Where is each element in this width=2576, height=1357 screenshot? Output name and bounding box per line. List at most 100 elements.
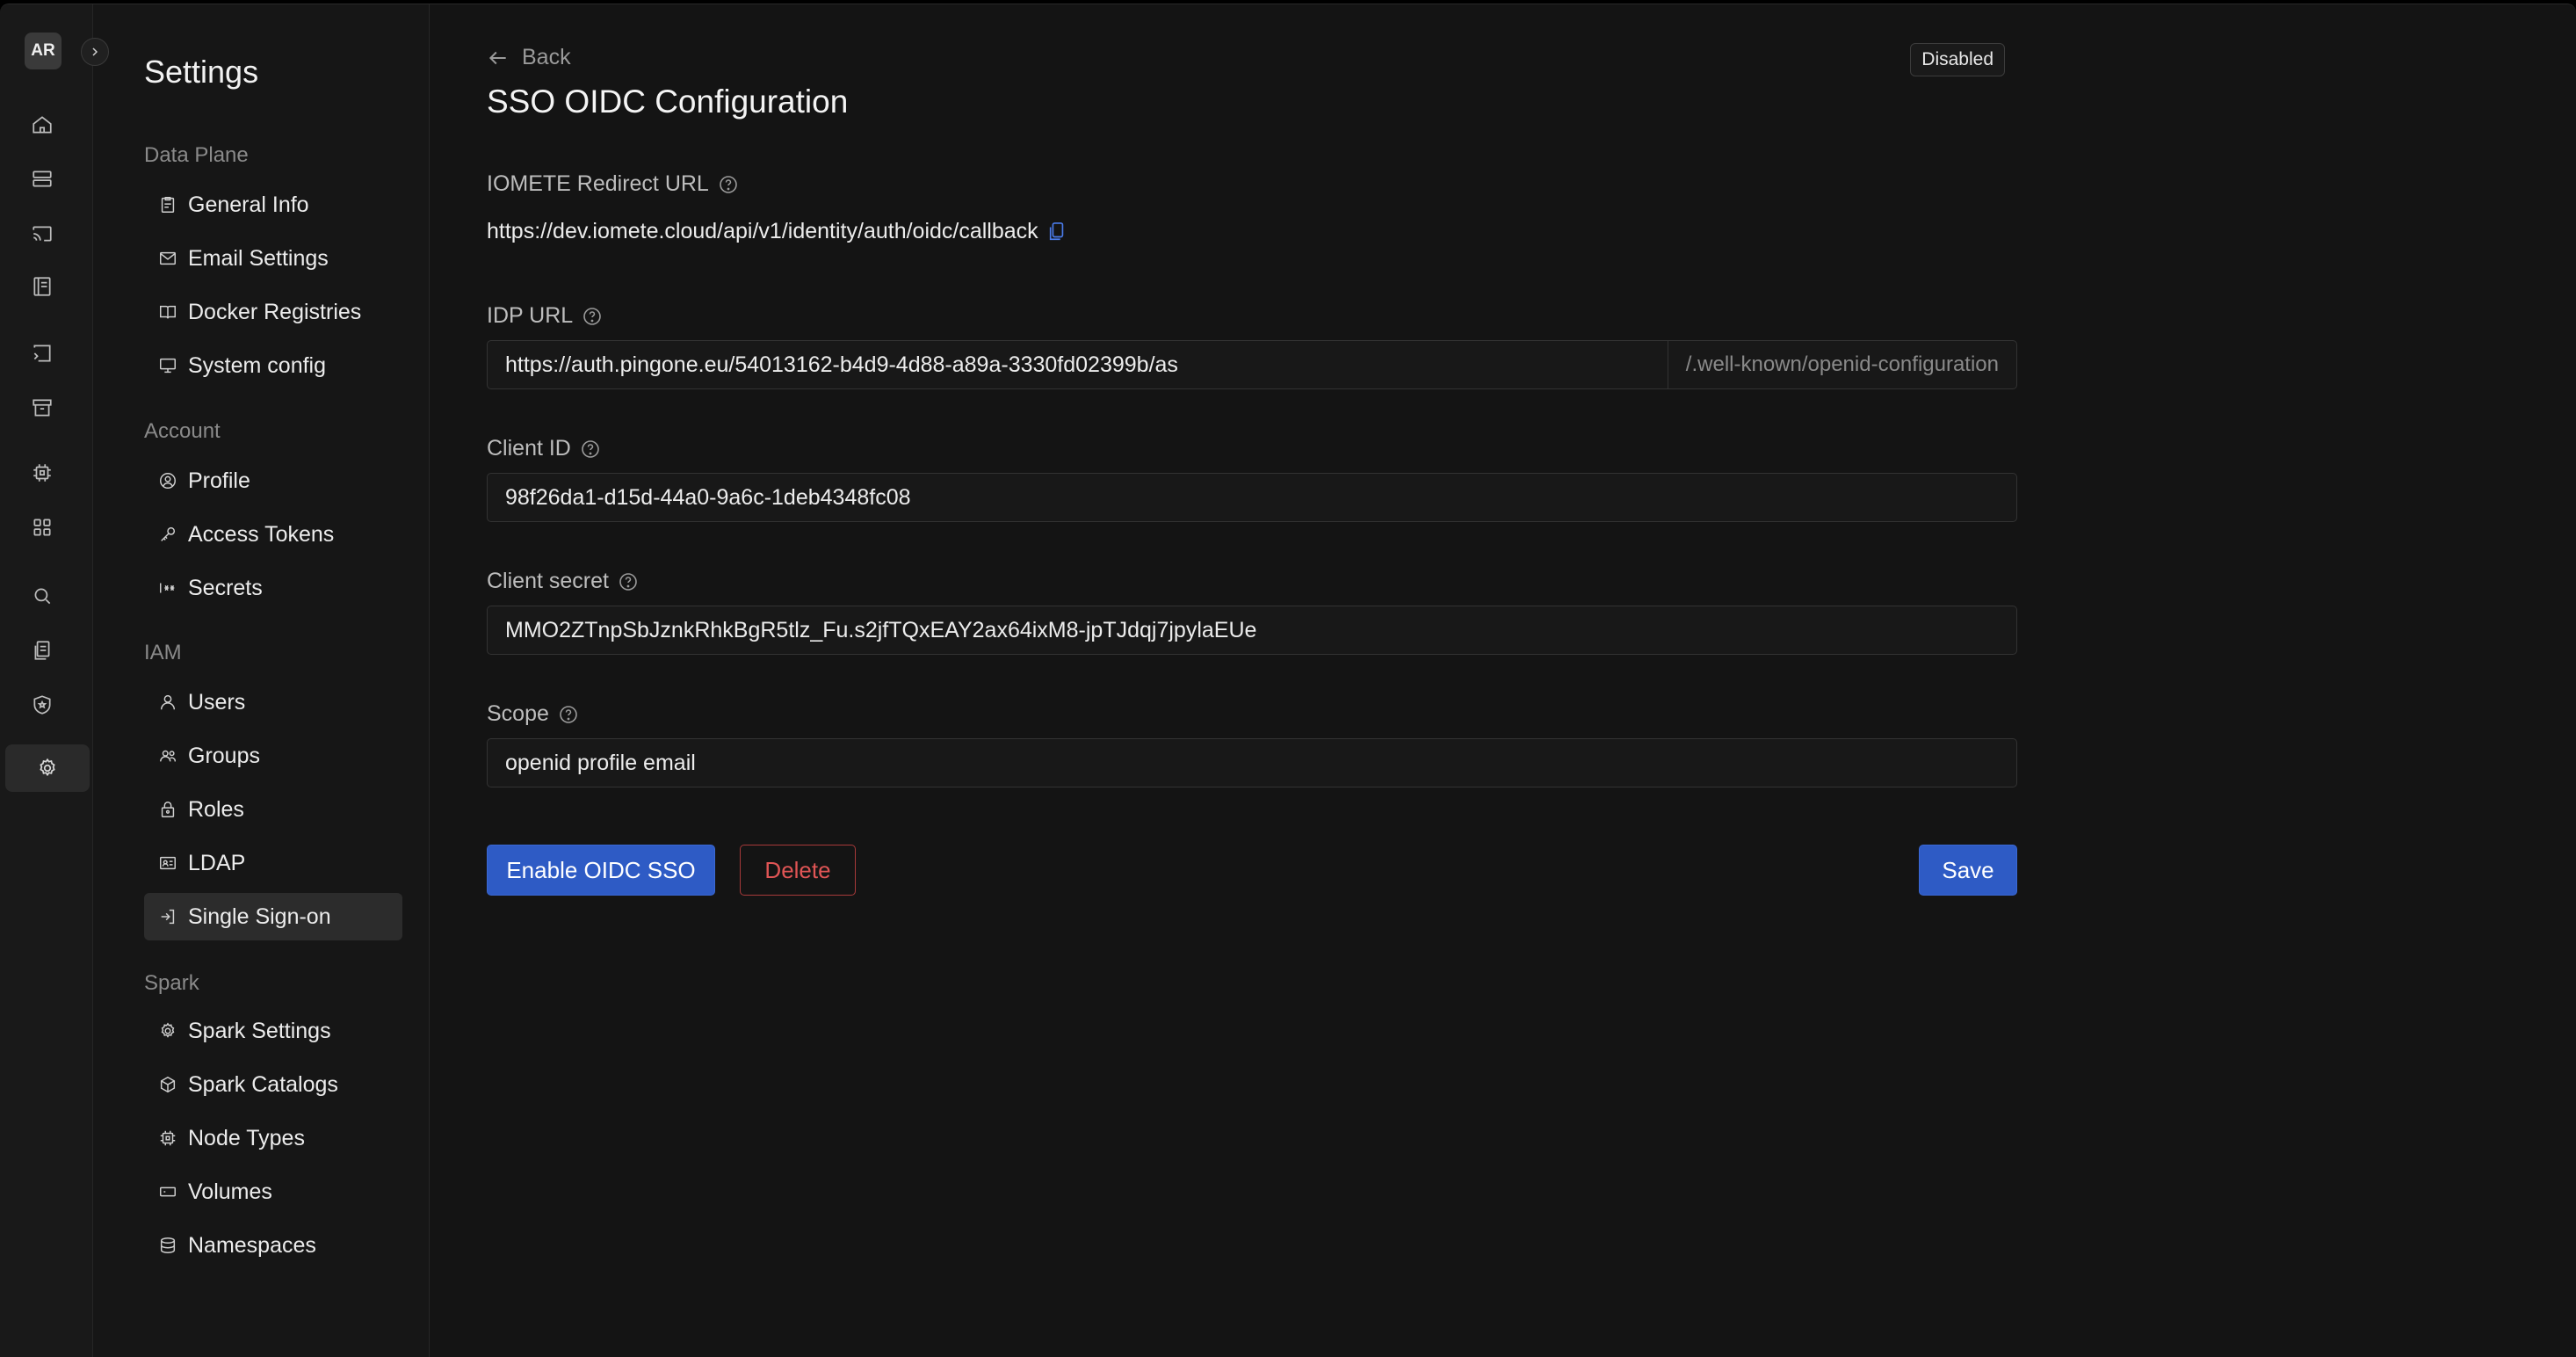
sql-editor-icon[interactable] [24, 335, 61, 372]
user-icon [160, 694, 176, 710]
sidebar-item-docker-registries[interactable]: Docker Registries [144, 288, 402, 336]
help-icon[interactable] [558, 704, 579, 725]
sidebar-item-label: Profile [188, 468, 250, 493]
sidebar-title: Settings [144, 54, 259, 90]
cpu-icon [160, 1130, 176, 1146]
idp-url-label: IDP URL [487, 303, 603, 329]
app-window: AR Settings Data Plane General Info Emai… [0, 4, 2576, 1357]
sidebar-item-single-sign-on[interactable]: Single Sign-on [144, 893, 402, 940]
cast-icon[interactable] [24, 215, 61, 252]
sidebar-item-system-config[interactable]: System config [144, 342, 402, 389]
icon-rail: AR [0, 4, 93, 1357]
idp-url-input-group: /.well-known/openid-configuration [487, 340, 2017, 389]
sidebar-item-ldap[interactable]: LDAP [144, 839, 402, 887]
scope-input[interactable] [488, 739, 2016, 787]
sidebar-item-node-types[interactable]: Node Types [144, 1114, 402, 1162]
client-secret-input[interactable] [488, 606, 2016, 654]
sidebar-item-label: Single Sign-on [188, 903, 331, 929]
search-icon[interactable] [24, 577, 61, 614]
sidebar-item-volumes[interactable]: Volumes [144, 1168, 402, 1215]
idp-url-suffix: /.well-known/openid-configuration [1667, 341, 2016, 388]
sidebar-item-label: Users [188, 689, 246, 715]
help-icon[interactable] [718, 174, 739, 195]
sidebar-item-profile[interactable]: Profile [144, 457, 402, 504]
id-card-icon [160, 856, 176, 870]
sidebar-item-label: Node Types [188, 1125, 305, 1150]
sidebar-item-spark-settings[interactable]: Spark Settings [144, 1007, 402, 1055]
scope-label: Scope [487, 701, 579, 727]
notebook-icon[interactable] [24, 268, 61, 305]
save-button[interactable]: Save [1919, 845, 2017, 896]
arrow-left-icon [488, 51, 506, 64]
home-icon[interactable] [24, 106, 61, 143]
sidebar-item-roles[interactable]: Roles [144, 786, 402, 833]
monitor-icon [160, 358, 176, 374]
sidebar-item-label: System config [188, 352, 327, 378]
status-badge: Disabled [1910, 43, 2005, 76]
lock-icon [161, 802, 175, 817]
redirect-url-label: IOMETE Redirect URL [487, 171, 739, 197]
help-icon[interactable] [580, 439, 601, 460]
group-label-iam: IAM [144, 641, 182, 664]
sidebar-item-label: Roles [188, 796, 244, 822]
sidebar-item-users[interactable]: Users [144, 678, 402, 726]
users-icon [160, 750, 176, 762]
idp-url-input[interactable] [488, 341, 1668, 388]
back-link[interactable]: Back [487, 45, 571, 70]
help-icon[interactable] [582, 306, 603, 327]
group-label-account: Account [144, 419, 221, 443]
apps-icon[interactable] [24, 509, 61, 546]
sidebar-item-general-info[interactable]: General Info [144, 181, 402, 229]
idp-url-label-text: IDP URL [487, 303, 574, 328]
hard-drive-icon [160, 1186, 176, 1197]
client-id-label-text: Client ID [487, 436, 571, 461]
archive-icon[interactable] [24, 389, 61, 426]
sidebar-item-spark-catalogs[interactable]: Spark Catalogs [144, 1061, 402, 1108]
sidebar-item-secrets[interactable]: Secrets [144, 564, 402, 612]
sidebar-item-label: Access Tokens [188, 521, 335, 547]
chip-icon[interactable] [24, 454, 61, 491]
sign-in-icon [161, 909, 175, 925]
sidebar-item-label: LDAP [188, 850, 246, 875]
group-label-spark: Spark [144, 971, 199, 995]
layers-icon [160, 1237, 176, 1253]
sidebar-item-label: Email Settings [188, 245, 329, 271]
redirect-url: https://dev.iomete.cloud/api/v1/identity… [487, 219, 1067, 244]
sidebar-item-label: General Info [188, 192, 309, 217]
scope-label-text: Scope [487, 701, 549, 726]
page-title: SSO OIDC Configuration [487, 83, 849, 120]
back-label: Back [522, 45, 571, 69]
group-label-data-plane: Data Plane [144, 143, 249, 167]
avatar[interactable]: AR [25, 33, 62, 69]
redirect-url-value: https://dev.iomete.cloud/api/v1/identity… [487, 219, 1038, 243]
expand-sidebar-button[interactable] [81, 38, 109, 66]
sidebar-item-access-tokens[interactable]: Access Tokens [144, 511, 402, 558]
sidebar-item-groups[interactable]: Groups [144, 732, 402, 780]
gear-icon [161, 1022, 175, 1038]
documents-icon[interactable] [24, 632, 61, 669]
client-secret-input-group [487, 606, 2017, 655]
sidebar-item-email-settings[interactable]: Email Settings [144, 235, 402, 282]
sidebar-item-label: Volumes [188, 1179, 272, 1204]
database-icon[interactable] [24, 161, 61, 198]
main-content: Back Disabled SSO OIDC Configuration IOM… [487, 4, 2017, 1357]
sidebar-item-label: Docker Registries [188, 299, 362, 324]
sidebar-item-label: Secrets [188, 575, 263, 600]
sidebar-item-label: Spark Catalogs [188, 1071, 338, 1097]
sidebar-item-namespaces[interactable]: Namespaces [144, 1222, 402, 1269]
sidebar-item-label: Namespaces [188, 1232, 316, 1258]
cube-icon [160, 1076, 176, 1093]
enable-oidc-sso-button[interactable]: Enable OIDC SSO [487, 845, 715, 896]
mail-icon [160, 251, 176, 265]
delete-button[interactable]: Delete [740, 845, 856, 896]
help-icon[interactable] [618, 571, 639, 592]
client-id-input[interactable] [488, 474, 2016, 521]
client-secret-label-text: Client secret [487, 569, 609, 593]
shield-icon[interactable] [24, 686, 61, 723]
book-icon [160, 305, 176, 319]
settings-icon[interactable] [5, 744, 90, 792]
settings-sidebar: Settings Data Plane General Info Email S… [93, 4, 430, 1357]
copy-icon[interactable] [1047, 221, 1067, 243]
client-secret-label: Client secret [487, 569, 639, 594]
scope-input-group [487, 738, 2017, 787]
